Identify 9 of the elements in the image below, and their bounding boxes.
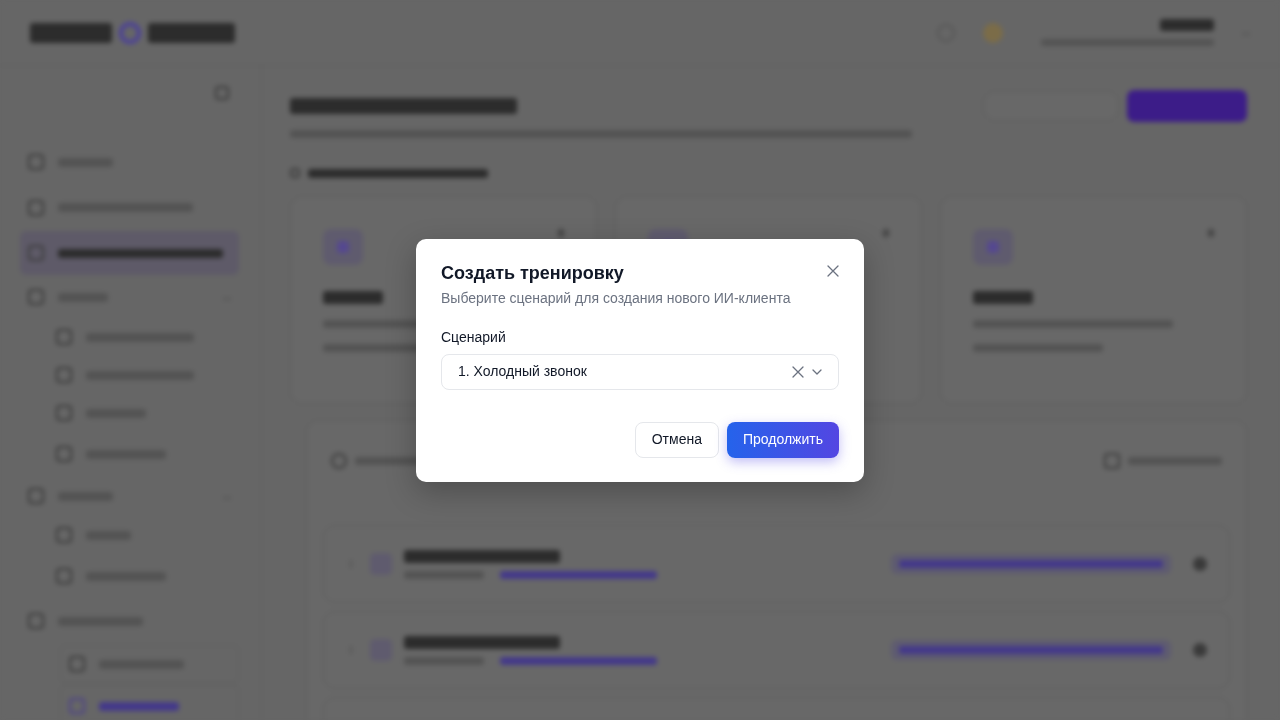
chevron-down-icon[interactable] (812, 368, 822, 375)
field-label: Сценарий (441, 327, 507, 347)
cancel-button[interactable]: Отмена (634, 421, 719, 458)
continue-button[interactable]: Продолжить (726, 421, 839, 458)
scenario-select[interactable]: 1. Холодный звонок (441, 353, 839, 390)
clear-icon[interactable] (792, 365, 804, 378)
dialog-subtitle: Выберите сценарий для создания нового ИИ-клиента (441, 288, 792, 308)
close-icon[interactable] (827, 264, 839, 277)
dialog-title: Создать тренировку (441, 261, 624, 285)
